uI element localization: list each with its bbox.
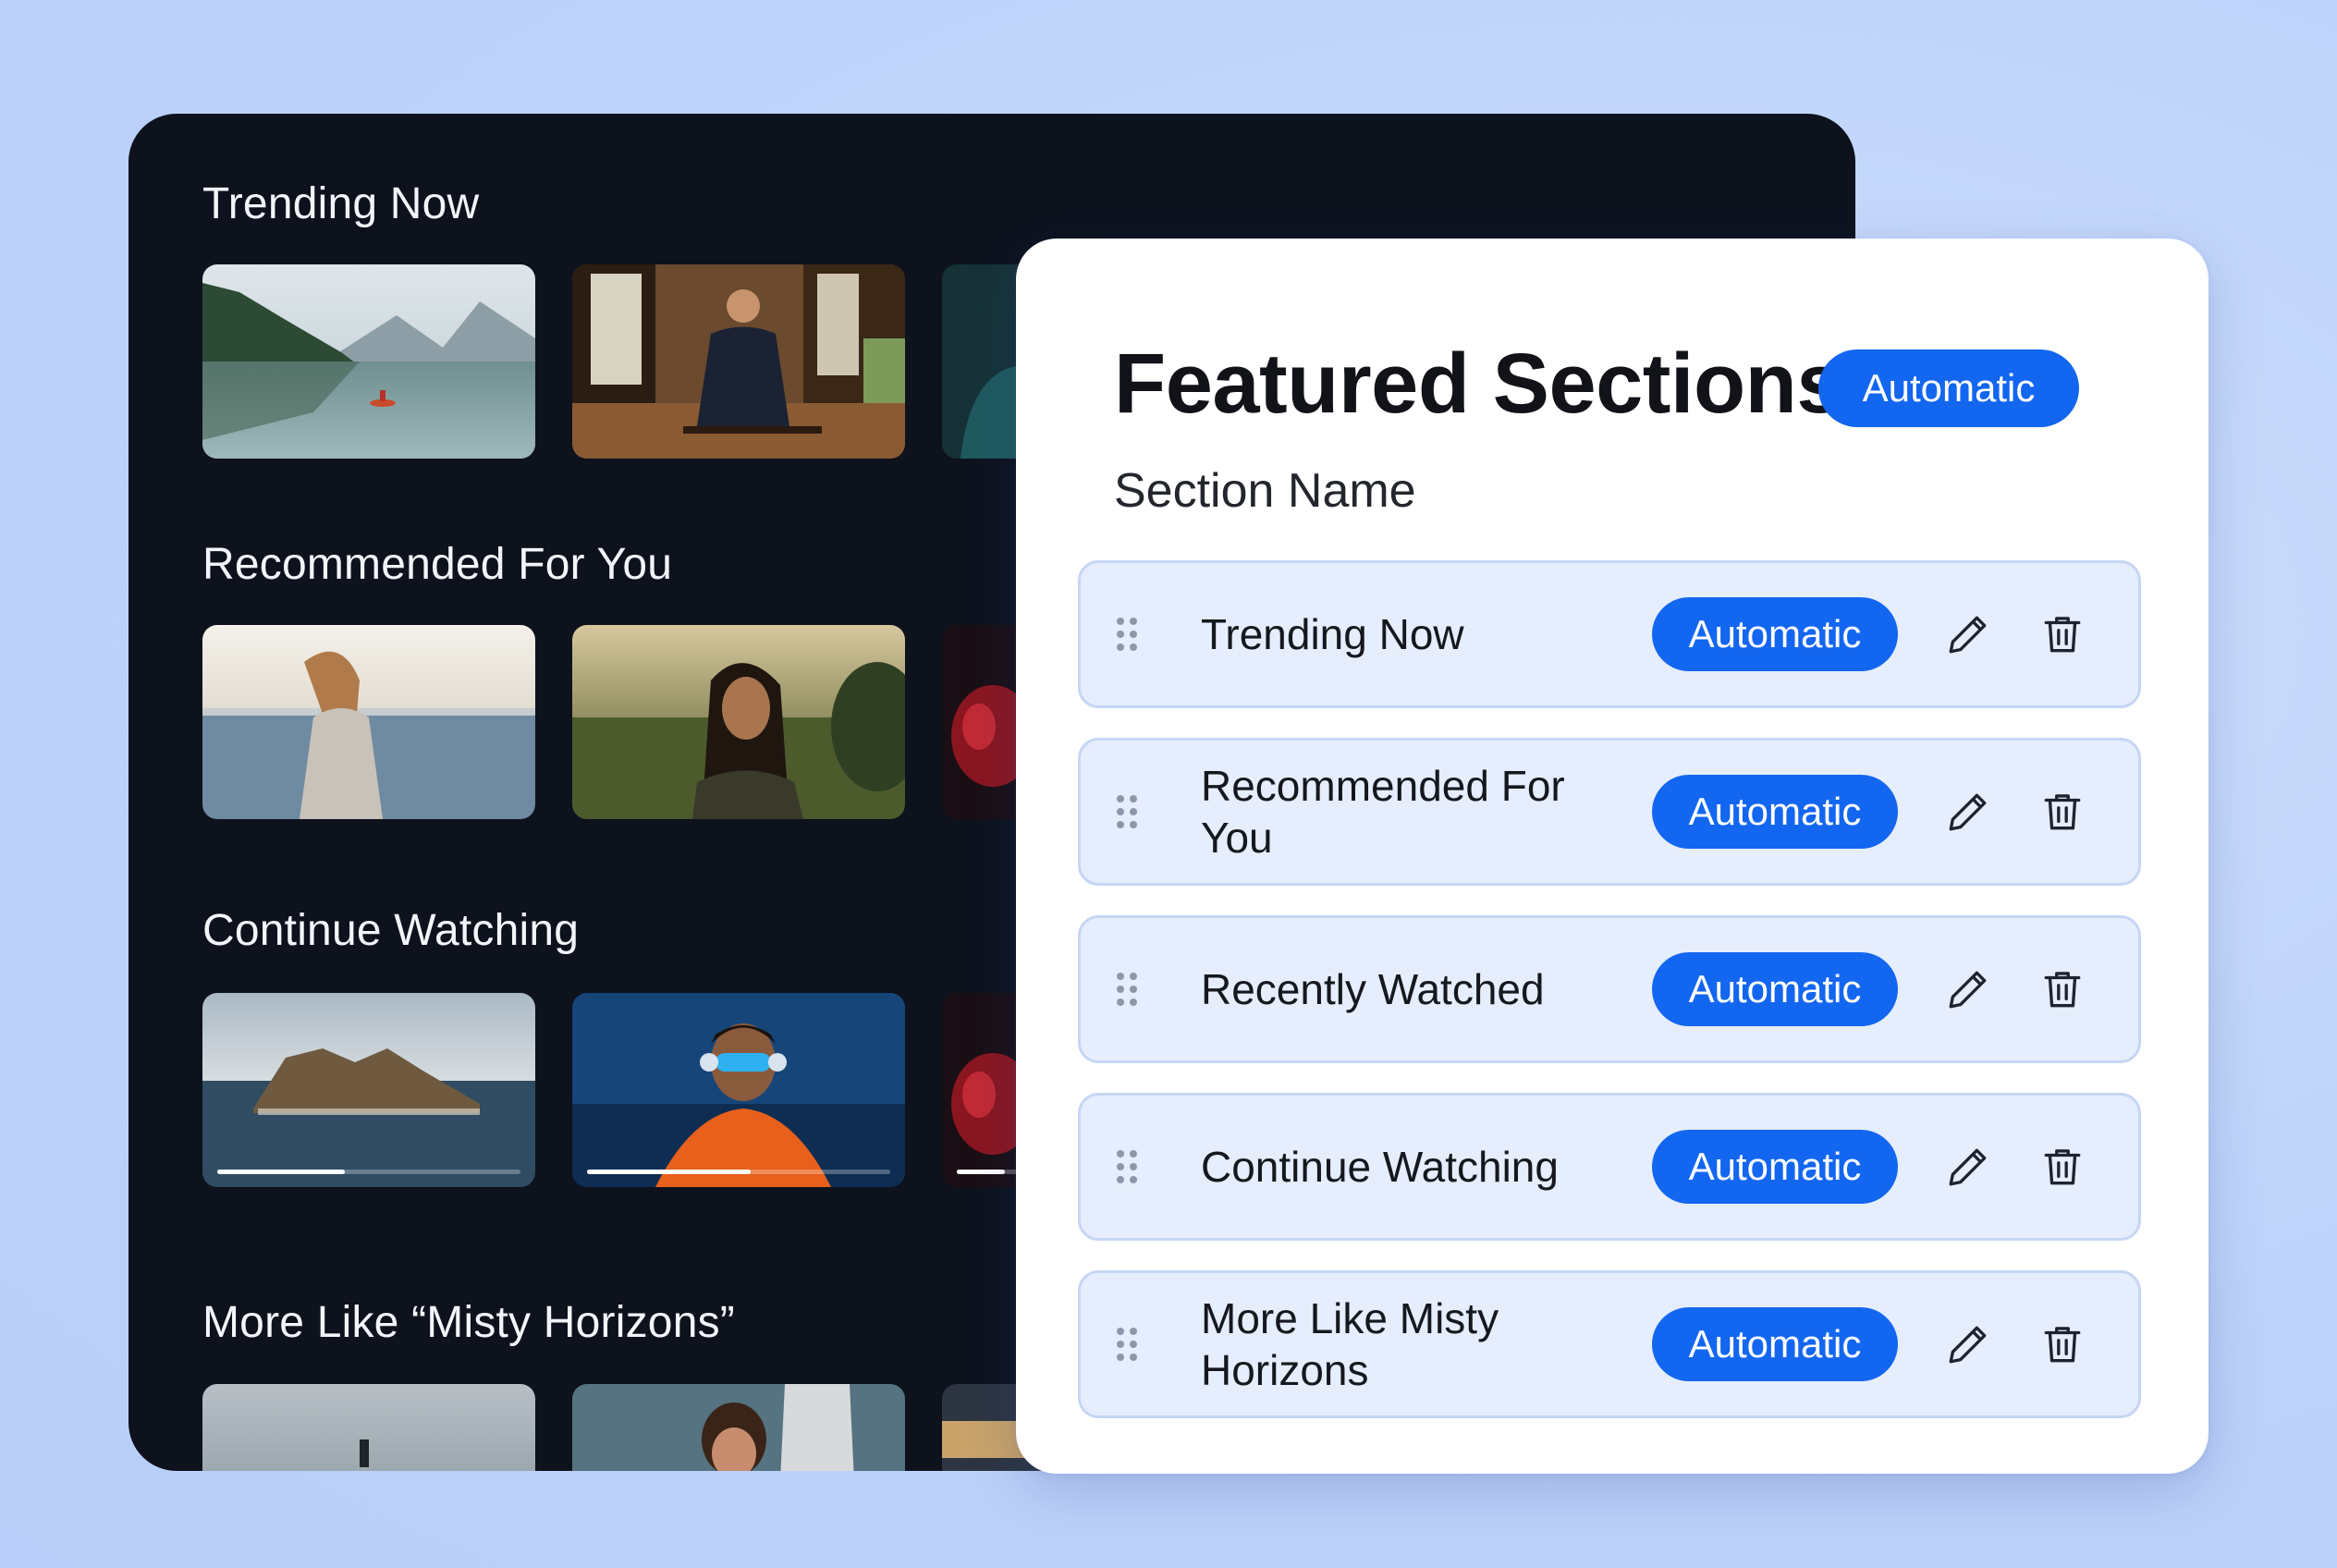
mode-badge[interactable]: Automatic [1652, 1307, 1898, 1381]
section-name: Recommended For You [1201, 762, 1565, 862]
preview-row-title-more-like: More Like “Misty Horizons” [202, 1298, 735, 1347]
mode-badge[interactable]: Automatic [1652, 1130, 1898, 1204]
thumbnail-lake-kayak[interactable] [202, 264, 535, 459]
progress-bar [217, 1170, 520, 1174]
section-row[interactable]: Trending Now Automatic [1078, 560, 2141, 708]
trash-icon[interactable] [2037, 786, 2088, 838]
pencil-icon[interactable] [1942, 1141, 1994, 1193]
thumbnail-misty-lake[interactable] [202, 1384, 535, 1471]
progress-fill [587, 1170, 752, 1174]
automatic-badge[interactable]: Automatic [1818, 349, 2079, 427]
trash-icon[interactable] [2037, 608, 2088, 660]
section-name: Continue Watching [1201, 1143, 1559, 1191]
thumbnail-headphones-man[interactable] [572, 993, 905, 1187]
pencil-icon[interactable] [1942, 786, 1994, 838]
thumbnail-island[interactable] [202, 993, 535, 1187]
section-name: More Like Misty Horizons [1201, 1294, 1499, 1394]
drag-handle-icon[interactable] [1114, 1325, 1140, 1364]
section-name-label: Section Name [1114, 464, 1416, 518]
mode-badge[interactable]: Automatic [1652, 775, 1898, 849]
section-row[interactable]: Recently Watched Automatic [1078, 915, 2141, 1063]
trash-icon[interactable] [2037, 1318, 2088, 1370]
pencil-icon[interactable] [1942, 963, 1994, 1015]
panel-title: Featured Sections [1114, 337, 1844, 431]
section-name: Recently Watched [1201, 965, 1545, 1013]
progress-bar [587, 1170, 890, 1174]
trash-icon[interactable] [2037, 963, 2088, 1015]
drag-handle-icon[interactable] [1114, 792, 1140, 831]
preview-row-title-recommended: Recommended For You [202, 540, 673, 589]
pencil-icon[interactable] [1942, 608, 1994, 660]
thumbnail-woman-curtain[interactable] [572, 1384, 905, 1471]
thumbnail-martial-artist[interactable] [572, 264, 905, 459]
progress-fill [957, 1170, 1005, 1174]
section-name: Trending Now [1201, 610, 1464, 658]
section-row[interactable]: Continue Watching Automatic [1078, 1093, 2141, 1241]
drag-handle-icon[interactable] [1114, 970, 1140, 1009]
thumbnail-woman-field[interactable] [572, 625, 905, 819]
trash-icon[interactable] [2037, 1141, 2088, 1193]
thumbnail-woman-sea[interactable] [202, 625, 535, 819]
drag-handle-icon[interactable] [1114, 615, 1140, 654]
preview-row-title-continue: Continue Watching [202, 906, 580, 955]
section-row[interactable]: More Like Misty Horizons Automatic [1078, 1270, 2141, 1418]
progress-fill [217, 1170, 345, 1174]
featured-sections-panel: Featured Sections Automatic Section Name… [1016, 239, 2209, 1474]
pencil-icon[interactable] [1942, 1318, 1994, 1370]
drag-handle-icon[interactable] [1114, 1147, 1140, 1186]
section-row[interactable]: Recommended For You Automatic [1078, 738, 2141, 886]
preview-row-title-trending: Trending Now [202, 179, 480, 228]
mode-badge[interactable]: Automatic [1652, 952, 1898, 1026]
mode-badge[interactable]: Automatic [1652, 597, 1898, 671]
